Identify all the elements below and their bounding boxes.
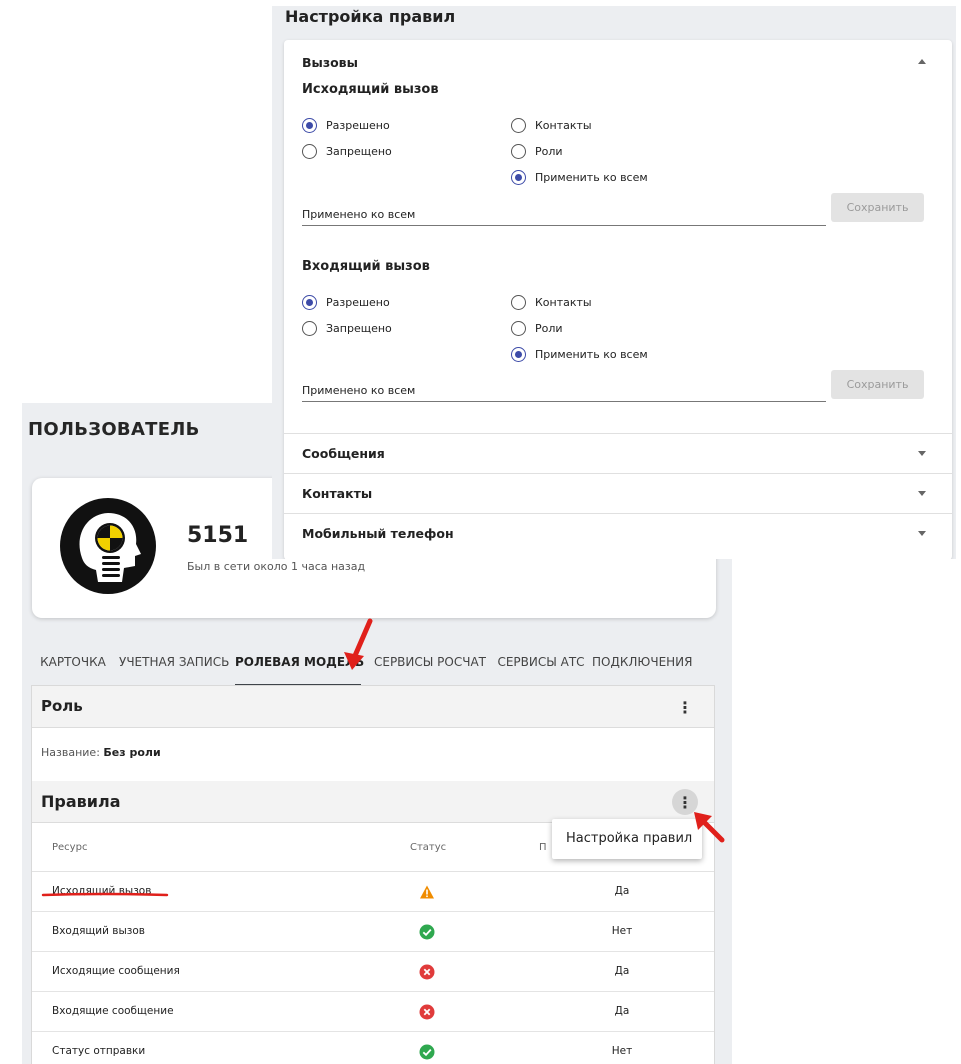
incoming-save-button[interactable]: Сохранить bbox=[831, 370, 924, 399]
outgoing-roles-radio[interactable]: Роли bbox=[511, 144, 563, 159]
radio-label: Разрешено bbox=[326, 119, 390, 132]
row-value: Нет bbox=[611, 925, 633, 937]
role-heading: Роль bbox=[41, 697, 83, 715]
radio-checked-icon bbox=[302, 295, 317, 310]
radio-label: Запрещено bbox=[326, 145, 392, 158]
accordion-contacts[interactable]: Контакты bbox=[284, 473, 952, 513]
menu-item-rules-settings[interactable]: Настройка правил bbox=[552, 819, 702, 859]
check-circle-icon bbox=[419, 924, 435, 940]
error-circle-icon bbox=[419, 964, 435, 980]
rules-settings-panel: Настройка правил Вызовы Исходящий вызов … bbox=[272, 6, 956, 559]
user-number: 5151 bbox=[187, 523, 249, 548]
check-circle-icon bbox=[419, 1044, 435, 1060]
row-resource: Входящие сообщение bbox=[52, 1005, 174, 1017]
radio-checked-icon bbox=[302, 118, 317, 133]
rules-section-header: Правила ⋮ bbox=[32, 781, 714, 823]
incoming-call-title: Входящий вызов bbox=[302, 259, 430, 274]
tab-connections[interactable]: ПОДКЛЮЧЕНИЯ bbox=[592, 646, 693, 686]
accordion-label: Контакты bbox=[302, 486, 373, 501]
accordion-label: Мобильный телефон bbox=[302, 526, 454, 541]
row-resource: Статус отправки bbox=[52, 1045, 146, 1057]
role-name-value: Без роли bbox=[103, 746, 161, 759]
incoming-allowed-radio[interactable]: Разрешено bbox=[302, 295, 390, 310]
role-kebab-menu-icon[interactable]: ⋮ bbox=[672, 694, 698, 720]
red-underline-mark bbox=[41, 892, 169, 897]
page-title: ПОЛЬЗОВАТЕЛЬ bbox=[28, 419, 200, 440]
calls-accordion-card: Вызовы Исходящий вызов Разрешено Запреще… bbox=[284, 40, 952, 559]
outgoing-apply-all-radio[interactable]: Применить ко всем bbox=[511, 170, 648, 185]
expand-caret-icon bbox=[918, 531, 926, 536]
tab-pbx-services[interactable]: СЕРВИСЫ АТС bbox=[495, 646, 587, 686]
role-model-panel: Роль ⋮ Название: Без роли Правила ⋮ Ресу… bbox=[31, 685, 715, 1064]
outgoing-allowed-radio[interactable]: Разрешено bbox=[302, 118, 390, 133]
outgoing-applied-field[interactable]: Применено ко всем bbox=[302, 202, 826, 226]
tab-card[interactable]: КАРТОЧКА bbox=[40, 646, 106, 686]
table-row[interactable]: Исходящие сообщения Да bbox=[32, 952, 714, 992]
role-name-line: Название: Без роли bbox=[41, 746, 161, 759]
table-row[interactable]: Входящие сообщение Да bbox=[32, 992, 714, 1032]
avatar-icon bbox=[60, 498, 156, 594]
calls-section-title[interactable]: Вызовы bbox=[302, 55, 358, 70]
red-arrow-icon bbox=[344, 618, 373, 670]
row-value: Да bbox=[614, 965, 630, 977]
error-circle-icon bbox=[419, 1004, 435, 1020]
incoming-applied-field[interactable]: Применено ко всем bbox=[302, 378, 826, 402]
radio-unchecked-icon bbox=[302, 321, 317, 336]
outgoing-contacts-radio[interactable]: Контакты bbox=[511, 118, 592, 133]
expand-caret-icon bbox=[918, 451, 926, 456]
radio-unchecked-icon bbox=[511, 295, 526, 310]
incoming-roles-radio[interactable]: Роли bbox=[511, 321, 563, 336]
table-row[interactable]: Статус отправки Нет bbox=[32, 1032, 714, 1064]
last-seen-status: Был в сети около 1 часа назад bbox=[187, 560, 366, 573]
collapse-caret-icon[interactable] bbox=[918, 59, 926, 64]
row-resource: Входящий вызов bbox=[52, 925, 145, 937]
radio-label: Применить ко всем bbox=[535, 348, 648, 361]
expand-caret-icon bbox=[918, 491, 926, 496]
accordion-messages[interactable]: Сообщения bbox=[284, 433, 952, 473]
accordion-mobile-phone[interactable]: Мобильный телефон bbox=[284, 513, 952, 553]
incoming-forbidden-radio[interactable]: Запрещено bbox=[302, 321, 392, 336]
tab-account[interactable]: УЧЕТНАЯ ЗАПИСЬ bbox=[119, 646, 229, 686]
radio-unchecked-icon bbox=[511, 118, 526, 133]
outgoing-forbidden-radio[interactable]: Запрещено bbox=[302, 144, 392, 159]
column-status: Статус bbox=[410, 842, 447, 853]
role-name-label: Название: bbox=[41, 746, 100, 759]
radio-label: Разрешено bbox=[326, 296, 390, 309]
rules-heading: Правила bbox=[41, 792, 121, 811]
incoming-contacts-radio[interactable]: Контакты bbox=[511, 295, 592, 310]
row-value: Нет bbox=[611, 1045, 633, 1057]
radio-checked-icon bbox=[511, 347, 526, 362]
tab-roschat-services[interactable]: СЕРВИСЫ РОСЧАТ bbox=[370, 646, 490, 686]
radio-label: Контакты bbox=[535, 119, 592, 132]
outgoing-call-title: Исходящий вызов bbox=[302, 82, 439, 97]
rules-settings-title: Настройка правил bbox=[285, 7, 456, 26]
radio-label: Применить ко всем bbox=[535, 171, 648, 184]
warning-icon bbox=[420, 885, 434, 899]
radio-unchecked-icon bbox=[511, 144, 526, 159]
row-value: Да bbox=[614, 885, 630, 897]
column-third: П bbox=[539, 842, 547, 853]
radio-checked-icon bbox=[511, 170, 526, 185]
radio-label: Роли bbox=[535, 322, 563, 335]
radio-unchecked-icon bbox=[511, 321, 526, 336]
accordion-label: Сообщения bbox=[302, 446, 385, 461]
row-resource: Исходящие сообщения bbox=[52, 965, 180, 977]
radio-label: Роли bbox=[535, 145, 563, 158]
role-section-header: Роль ⋮ bbox=[32, 686, 714, 728]
row-value: Да bbox=[614, 1005, 630, 1017]
radio-label: Запрещено bbox=[326, 322, 392, 335]
incoming-apply-all-radio[interactable]: Применить ко всем bbox=[511, 347, 648, 362]
outgoing-save-button[interactable]: Сохранить bbox=[831, 193, 924, 222]
radio-unchecked-icon bbox=[302, 144, 317, 159]
red-arrow-icon bbox=[694, 812, 725, 843]
column-resource: Ресурс bbox=[52, 842, 88, 853]
table-row[interactable]: Входящий вызов Нет bbox=[32, 912, 714, 952]
radio-label: Контакты bbox=[535, 296, 592, 309]
